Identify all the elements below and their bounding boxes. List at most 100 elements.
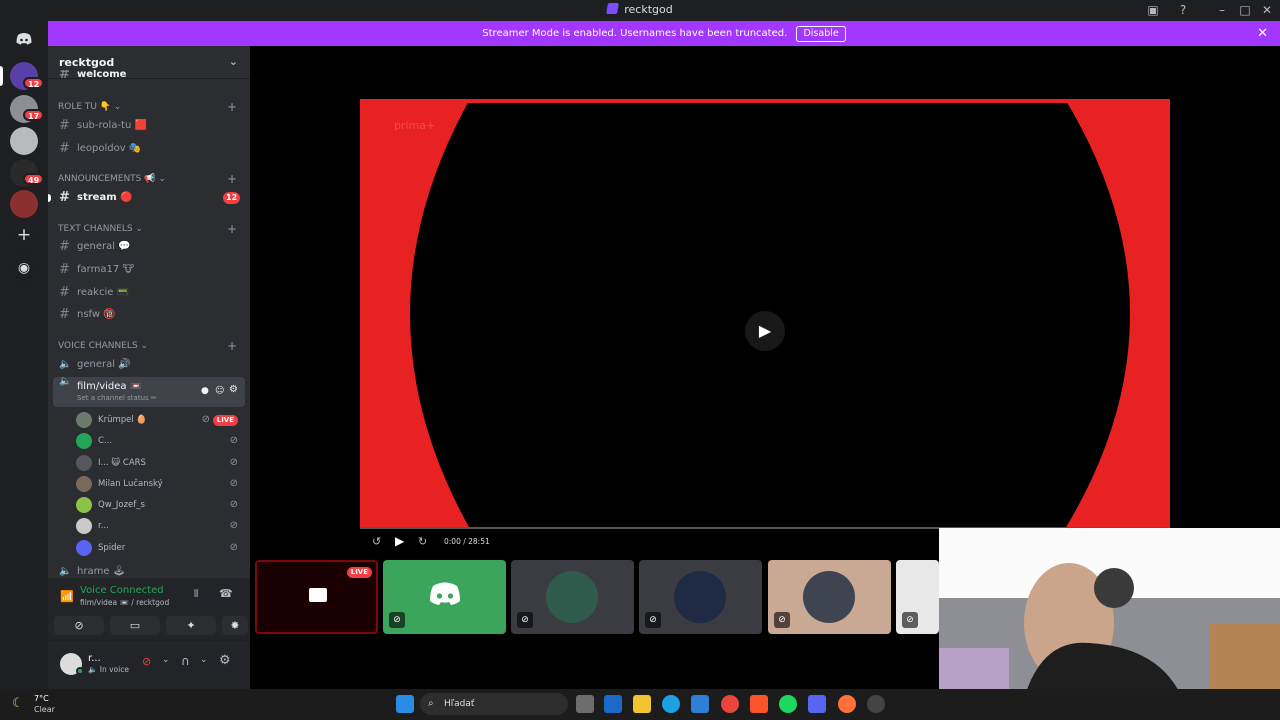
windows-start-icon[interactable] [396,695,414,713]
obs-icon[interactable] [867,695,885,713]
add-server-icon[interactable]: + [10,222,38,250]
add-channel-icon[interactable]: + [227,172,237,186]
mic-muted-icon: ⊘ [774,612,790,628]
moon-weather-icon[interactable]: ☾ [12,696,24,711]
server-rail: 12 17 49 + ◉ [0,21,48,689]
participant-tile[interactable]: ⊘ [896,560,939,634]
channel-stream[interactable]: # stream 🔴 12 [53,188,245,208]
channel-farma[interactable]: # farma17 🐮 [53,260,245,280]
store-icon[interactable] [604,695,622,713]
edge-icon[interactable] [662,695,680,713]
stream-thumb[interactable]: LIVE [255,560,378,634]
voice-channel-hrame-partial[interactable]: 🔈 hrame 🕹 [53,566,245,578]
disable-streamer-mode-button[interactable]: Disable [796,26,846,42]
voice-user[interactable]: Milan Lučanský ⊘ [76,475,244,493]
participant-tile[interactable]: ⊘ [511,560,634,634]
minimize-button[interactable]: – [1214,2,1230,18]
channel-welcome-partial[interactable]: # welcome [53,70,245,80]
chrome-icon[interactable] [721,695,739,713]
user-status: 🔈 In voice [88,665,129,674]
play-overlay-button[interactable]: ▶ [745,311,785,351]
title-bar: recktgod ▣ ? – □ ✕ [0,0,1280,21]
voice-user[interactable]: r... ⊘ [76,517,244,535]
participant-tile[interactable]: ⊘ [768,560,891,634]
weather-temp: 7°C [34,694,49,703]
spotify-icon[interactable] [779,695,797,713]
hash-icon: # [59,190,70,205]
add-channel-icon[interactable]: + [227,222,237,236]
channel-leopoldov[interactable]: # leopoldov 🎭 [53,139,245,159]
firefox-icon[interactable] [838,695,856,713]
play-button[interactable]: ▶ [395,534,404,548]
server-icon-3[interactable] [10,127,38,155]
app-logo-icon [606,3,620,14]
status-dot-icon [76,667,84,675]
discord-home-icon[interactable] [10,25,38,53]
rewind-icon[interactable]: ↺ [372,535,381,548]
add-channel-icon[interactable]: + [227,100,237,114]
mic-muted-icon: ⊘ [229,457,238,468]
voice-channel-general[interactable]: 🔈 general 🔊 [53,355,245,375]
mic-muted-icon: ⊘ [229,478,238,489]
voice-user[interactable]: Spider ⊘ [76,539,244,557]
chat-icon[interactable]: ● [201,381,209,401]
forward-icon[interactable]: ↻ [418,535,427,548]
taskbar-search-input[interactable]: ⌕ Hľadať [420,693,568,715]
hash-icon: # [59,141,70,156]
category-voice-channels[interactable]: VOICE CHANNELS ⌄ + [58,339,237,353]
disconnect-icon[interactable]: ☎ [219,587,233,600]
mic-muted-icon: ⊘ [229,435,238,446]
maximize-button[interactable]: □ [1237,2,1253,18]
task-view-icon[interactable] [576,695,594,713]
soundboard-button[interactable]: ✸ [222,616,248,635]
user-panel: r... 🔈 In voice ⊘ ⌄ ∩ ⌄ ⚙ [48,641,250,689]
server-badge: 49 [23,173,45,185]
stream-video[interactable]: prima+ ▶ [360,99,1170,529]
close-banner-icon[interactable]: ✕ [1257,21,1268,46]
chevron-down-icon[interactable]: ⌄ [162,655,170,665]
gear-icon[interactable]: ⚙ [219,653,231,668]
voice-user[interactable]: C... ⊘ [76,432,244,450]
voice-status: Voice Connected [80,585,164,596]
category-text-channels[interactable]: TEXT CHANNELS ⌄ + [58,222,237,236]
close-window-button[interactable]: ✕ [1259,2,1275,18]
camera-toggle-button[interactable]: ⊘ [54,616,104,635]
voice-user[interactable]: Krümpel 🥚 LIVE ⊘ [76,411,244,429]
file-explorer-icon[interactable] [633,695,651,713]
help-icon[interactable]: ? [1175,2,1191,18]
voice-channel-film[interactable]: 🔈 film/videa 📼 Set a channel status ✏ ● … [53,376,245,407]
avatar [76,476,92,492]
brave-icon[interactable] [750,695,768,713]
add-channel-icon[interactable]: + [227,339,237,353]
voice-channel-link[interactable]: film/videa 📼 / recktgod [80,598,169,607]
channel-general[interactable]: # general 💬 [53,237,245,257]
chevron-down-icon[interactable]: ⌄ [200,655,208,665]
screen-share-button[interactable]: ▭ [110,616,160,635]
channel-sub-rola[interactable]: # sub-rola-tu 🟥 [53,116,245,136]
noise-suppression-icon[interactable]: ⫴ [194,589,198,600]
channel-reakcie[interactable]: # reakcie 📟 [53,283,245,303]
avatar [76,433,92,449]
activities-button[interactable]: ✦ [166,616,216,635]
mic-muted-icon: ⊘ [389,612,405,628]
mic-muted-icon[interactable]: ⊘ [142,655,151,668]
headphones-icon[interactable]: ∩ [181,654,190,668]
photos-icon[interactable] [691,695,709,713]
signal-icon[interactable]: 📶 [60,590,74,603]
participant-tile[interactable]: ⊘ [639,560,762,634]
gear-icon[interactable]: ⚙ [229,380,238,400]
mic-muted-icon: ⊘ [902,612,918,628]
explore-servers-icon[interactable]: ◉ [10,254,38,282]
invite-icon[interactable]: ☺ [215,381,224,401]
inbox-icon[interactable]: ▣ [1145,2,1161,18]
voice-user[interactable]: Qw_Jozef_s ⊘ [76,496,244,514]
category-role[interactable]: ROLE TU 👇 ⌄ + [58,100,237,114]
server-badge: 12 [23,77,45,89]
time-display: 0:00 / 28:51 [444,537,490,546]
discord-taskbar-icon[interactable] [808,695,826,713]
category-announcements[interactable]: ANNOUNCEMENTS 📢 ⌄ + [58,172,237,186]
participant-tile[interactable]: ⊘ [383,560,506,634]
channel-nsfw[interactable]: # nsfw 🔞 [53,305,245,325]
server-icon-5[interactable] [10,190,38,218]
voice-user[interactable]: I... 😺 CARS ⊘ [76,454,244,472]
